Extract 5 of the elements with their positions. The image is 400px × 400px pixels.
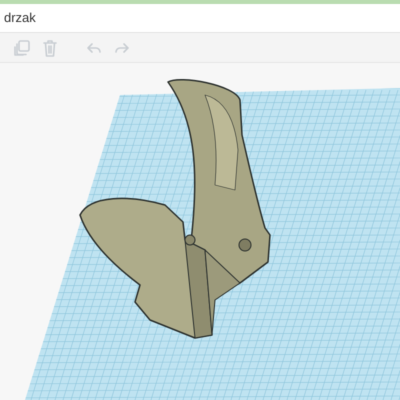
trash-icon bbox=[42, 38, 58, 56]
undo-icon bbox=[86, 42, 102, 54]
copy-icon bbox=[13, 38, 31, 56]
window-title: drzak bbox=[4, 9, 36, 28]
redo-icon bbox=[114, 42, 130, 54]
